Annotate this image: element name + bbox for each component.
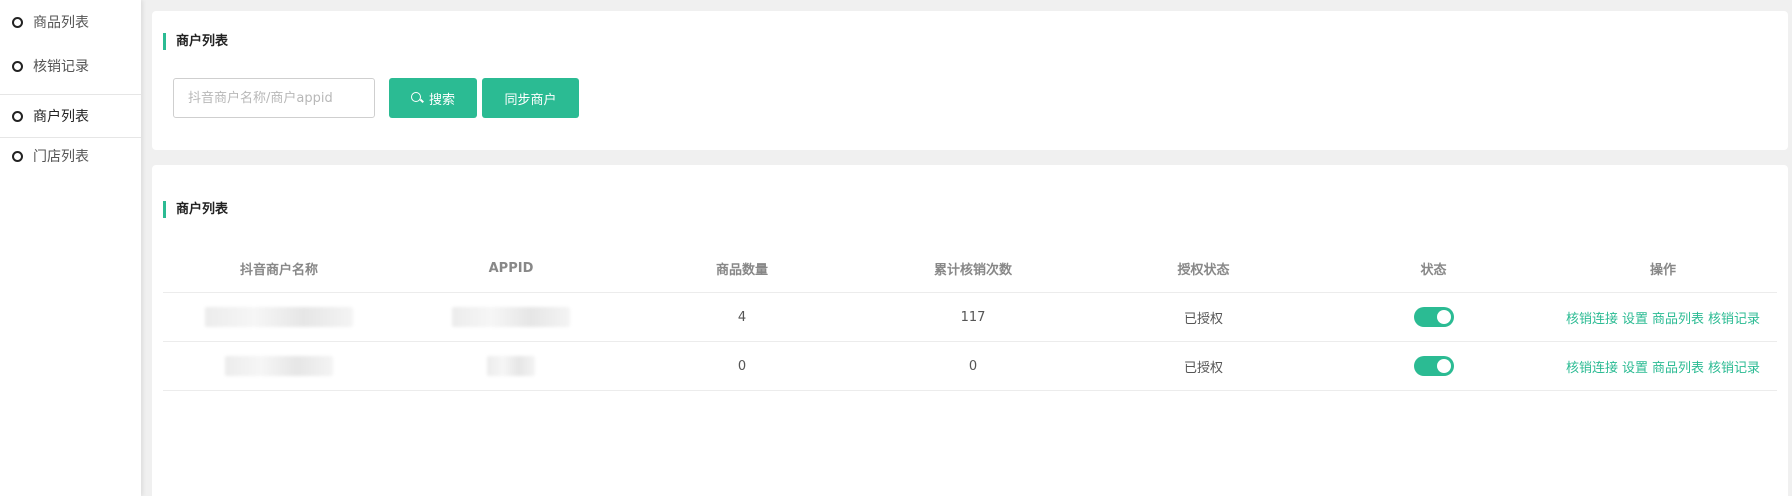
search-input[interactable] [173, 78, 375, 118]
table-header: 抖音商户名称 APPID 商品数量 累计核销次数 授权状态 状态 操作 [163, 245, 1777, 293]
product-list-action[interactable]: 商品列表 [1652, 357, 1704, 376]
search-icon [410, 92, 423, 104]
sidebar-item-verify-records[interactable]: 核销记录 [0, 44, 141, 88]
redacted-appid [487, 356, 535, 376]
auth-status-cell: 已授权 [1183, 360, 1223, 376]
redacted-merchant-name [205, 307, 353, 327]
sidebar-item-merchants[interactable]: 商户列表 [0, 94, 141, 138]
sidebar-item-label: 门店列表 [33, 149, 89, 165]
actions-cell: 核销连接 设置 商品列表 核销记录 [1549, 342, 1777, 390]
merchant-table: 抖音商户名称 APPID 商品数量 累计核销次数 授权状态 状态 操作 4 11… [163, 245, 1777, 391]
circle-icon [12, 60, 23, 72]
status-toggle[interactable] [1413, 356, 1454, 376]
appid-cell [395, 342, 627, 390]
status-cell [1318, 293, 1549, 341]
sidebar-item-products[interactable]: 商品列表 [0, 0, 141, 44]
product-count-cell: 0 [737, 358, 747, 374]
settings-action[interactable]: 设置 [1622, 357, 1648, 376]
status-cell [1318, 342, 1549, 390]
column-header: 抖音商户名称 [239, 263, 318, 278]
product-list-action[interactable]: 商品列表 [1652, 308, 1704, 327]
circle-icon [12, 16, 23, 28]
column-header: 累计核销次数 [933, 263, 1012, 278]
column-header: 状态 [1420, 263, 1447, 278]
circle-icon [12, 110, 23, 122]
verify-link-action[interactable]: 核销连接 [1566, 308, 1618, 327]
sidebar-item-label: 核销记录 [33, 59, 89, 75]
verify-count-cell: 117 [960, 309, 986, 325]
search-card: 商户列表 搜索 同步商户 [152, 11, 1788, 150]
status-toggle[interactable] [1413, 307, 1454, 327]
column-header: 授权状态 [1177, 263, 1230, 278]
search-button-label: 搜索 [428, 92, 455, 108]
actions-cell: 核销连接 设置 商品列表 核销记录 [1549, 293, 1777, 341]
column-header: APPID [488, 261, 534, 276]
column-header: 商品数量 [715, 263, 768, 278]
auth-status-cell: 已授权 [1183, 311, 1223, 327]
verify-count-cell: 0 [968, 358, 978, 374]
table-row: 4 117 已授权 核销连接 设置 商品列表 核销记录 [163, 293, 1777, 342]
table-card: 商户列表 抖音商户名称 APPID 商品数量 累计核销次数 授权状态 状态 操作… [152, 165, 1788, 496]
sidebar-item-label: 商品列表 [33, 15, 89, 31]
sidebar-item-stores[interactable]: 门店列表 [0, 134, 141, 178]
redacted-appid [452, 307, 570, 327]
sync-merchants-button[interactable]: 同步商户 [482, 78, 579, 118]
table-row: 0 0 已授权 核销连接 设置 商品列表 核销记录 [163, 342, 1777, 391]
verify-link-action[interactable]: 核销连接 [1566, 357, 1618, 376]
sidebar: 商品列表 核销记录 商户列表 门店列表 [0, 0, 141, 496]
merchant-name-cell [163, 293, 395, 341]
sidebar-item-label: 商户列表 [33, 109, 89, 125]
redacted-merchant-name [225, 356, 333, 376]
product-count-cell: 4 [737, 309, 747, 325]
column-header: 操作 [1649, 263, 1676, 278]
search-button[interactable]: 搜索 [389, 78, 477, 118]
section-title: 商户列表 [163, 33, 228, 50]
appid-cell [395, 293, 627, 341]
settings-action[interactable]: 设置 [1622, 308, 1648, 327]
verify-records-action[interactable]: 核销记录 [1708, 357, 1760, 376]
verify-records-action[interactable]: 核销记录 [1708, 308, 1760, 327]
section-title: 商户列表 [163, 201, 228, 218]
circle-icon [12, 150, 23, 162]
merchant-name-cell [163, 342, 395, 390]
